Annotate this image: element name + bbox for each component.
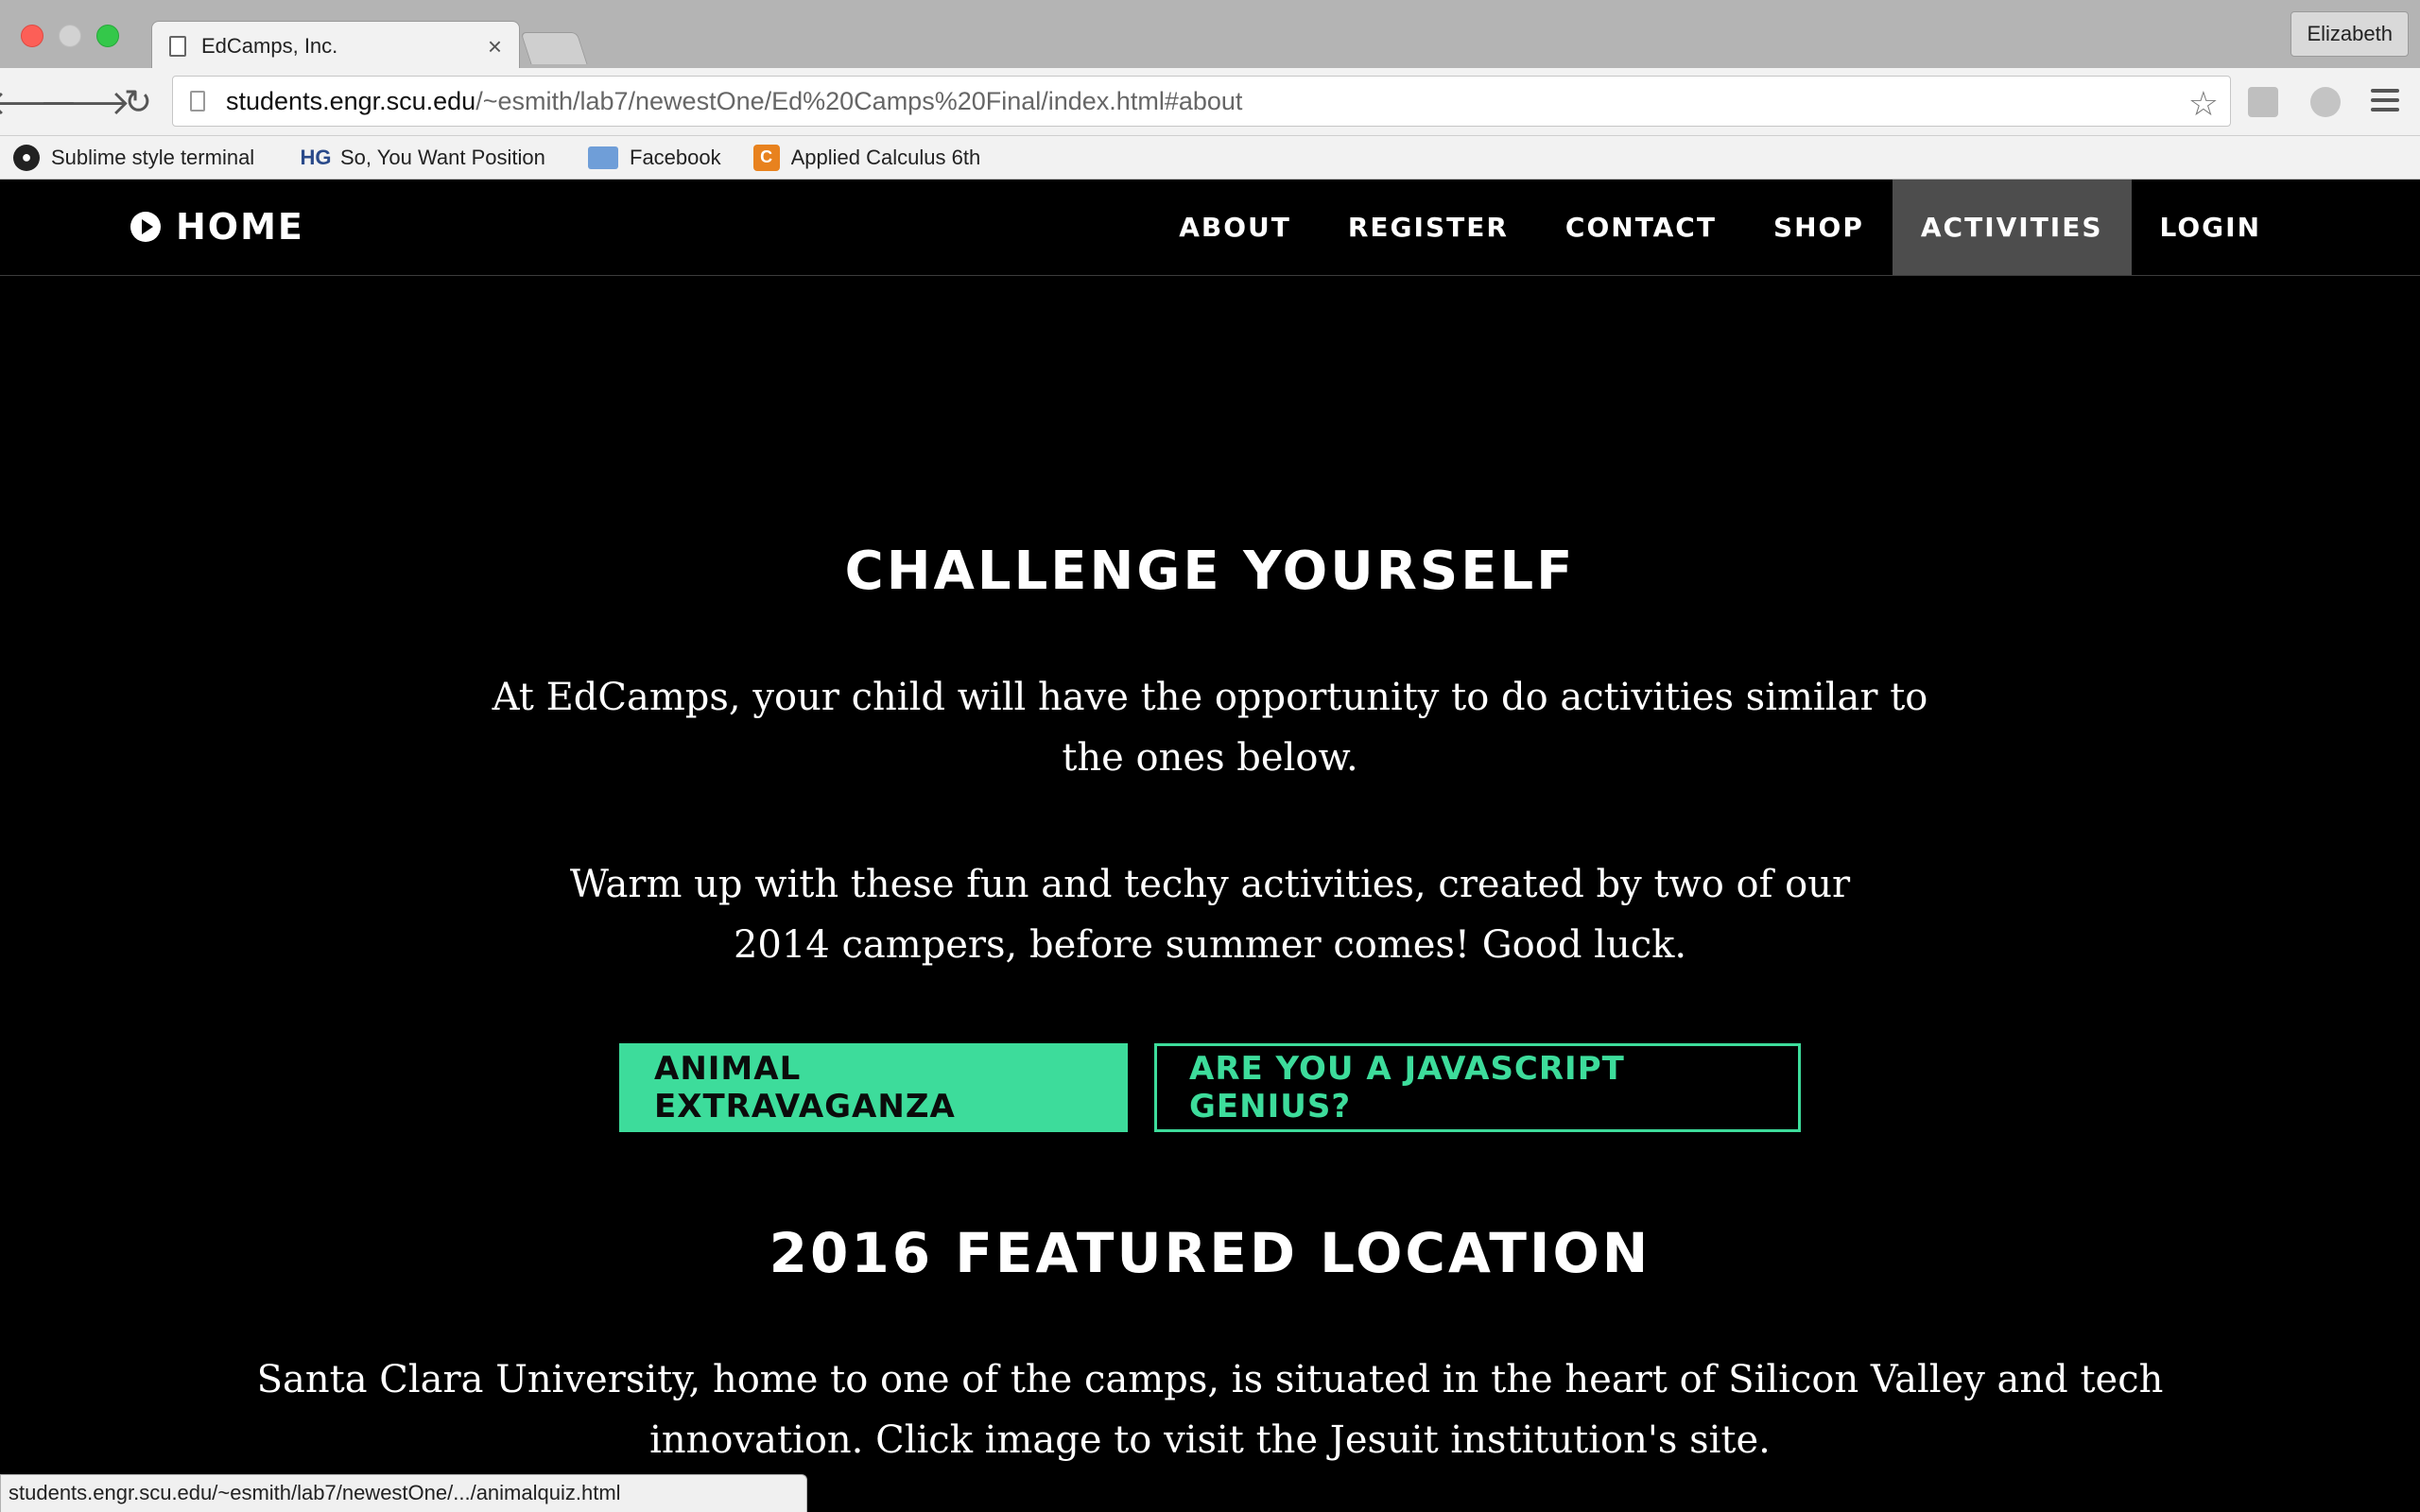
hg-icon: HG — [300, 145, 332, 169]
nav-item-login[interactable]: LOGIN — [2132, 180, 2290, 275]
bookmark-label: Facebook — [630, 145, 721, 169]
home-link[interactable]: HOME — [130, 202, 304, 251]
bookmark-label: Sublime style terminal — [51, 145, 255, 169]
address-bar[interactable]: students.engr.scu.edu/~esmith/lab7/newes… — [172, 76, 2231, 127]
forward-arrow-icon[interactable]: 🡒 — [40, 81, 131, 123]
maximize-window-button[interactable] — [96, 25, 119, 47]
bookmark-item[interactable]: C Applied Calculus 6th — [752, 144, 1003, 171]
nav-item-register[interactable]: REGISTER — [1320, 180, 1537, 275]
intro-paragraph: At EdCamps, your child will have the opp… — [492, 676, 1928, 780]
nav-item-shop[interactable]: SHOP — [1745, 180, 1893, 275]
bookmark-item[interactable]: ● Sublime style terminal — [13, 144, 270, 171]
home-label: HOME — [176, 206, 304, 248]
profile-button[interactable]: Elizabeth — [2290, 11, 2409, 57]
location-paragraph: Santa Clara University, home to one of t… — [256, 1358, 2164, 1462]
bookmark-star-icon[interactable]: ☆ — [2188, 84, 2219, 124]
main-content: CHALLENGE YOURSELF At EdCamps, your chil… — [0, 276, 2420, 1512]
bookmark-item[interactable]: Facebook — [588, 146, 721, 170]
animal-extravaganza-button[interactable]: ANIMAL EXTRAVAGANZA — [619, 1043, 1128, 1132]
url-host: students.engr.scu.edu — [226, 86, 476, 115]
section-heading-location: 2016 FEATURED LOCATION — [769, 1221, 1651, 1285]
javascript-genius-button[interactable]: ARE YOU A JAVASCRIPT GENIUS? — [1154, 1043, 1801, 1132]
close-tab-icon[interactable]: × — [488, 34, 502, 59]
close-window-button[interactable] — [21, 25, 43, 47]
play-icon — [130, 212, 161, 242]
url-path: /~esmith/lab7/newestOne/Ed%20Camps%20Fin… — [475, 86, 1243, 115]
browser-toolbar: 🡐 🡒 ↻ students.engr.scu.edu/~esmith/lab7… — [0, 68, 2420, 136]
page-icon — [169, 35, 186, 57]
section-heading-challenge: CHALLENGE YOURSELF — [844, 541, 1576, 602]
extension-icon[interactable] — [2248, 87, 2278, 117]
bookmark-item[interactable]: HG So, You Want Position — [300, 145, 556, 171]
bookmarks-bar: ● Sublime style terminal HG So, You Want… — [0, 136, 2420, 180]
nav-item-contact[interactable]: CONTACT — [1537, 180, 1745, 275]
github-icon: ● — [13, 144, 40, 171]
nav-item-about[interactable]: ABOUT — [1150, 180, 1320, 275]
site-navbar: HOME ABOUT REGISTER CONTACT SHOP ACTIVIT… — [0, 180, 2420, 276]
tab-title: EdCamps, Inc. — [201, 33, 338, 58]
folder-icon — [588, 146, 618, 169]
nav-item-activities[interactable]: ACTIVITIES — [1892, 180, 2132, 275]
calc-icon: C — [752, 144, 780, 171]
warmup-paragraph: Warm up with these fun and techy activit… — [569, 863, 1851, 967]
page-icon — [190, 91, 205, 112]
bookmark-label: Applied Calculus 6th — [790, 145, 981, 169]
minimize-window-button[interactable] — [59, 25, 81, 47]
reload-icon[interactable]: ↻ — [117, 81, 159, 123]
browser-menu-icon[interactable] — [2371, 89, 2399, 117]
new-tab-button[interactable] — [520, 32, 588, 64]
activity-buttons: ANIMAL EXTRAVAGANZA ARE YOU A JAVASCRIPT… — [0, 1043, 2420, 1132]
browser-tab-strip: EdCamps, Inc. × Elizabeth — [0, 0, 2420, 70]
extension-icon[interactable] — [2310, 87, 2341, 117]
nav-menu: ABOUT REGISTER CONTACT SHOP ACTIVITIES L… — [1150, 180, 2420, 275]
bookmark-label: So, You Want Position — [340, 145, 545, 169]
status-bar-url: students.engr.scu.edu/~esmith/lab7/newes… — [0, 1474, 807, 1512]
browser-tab-active[interactable]: EdCamps, Inc. × — [151, 21, 520, 70]
